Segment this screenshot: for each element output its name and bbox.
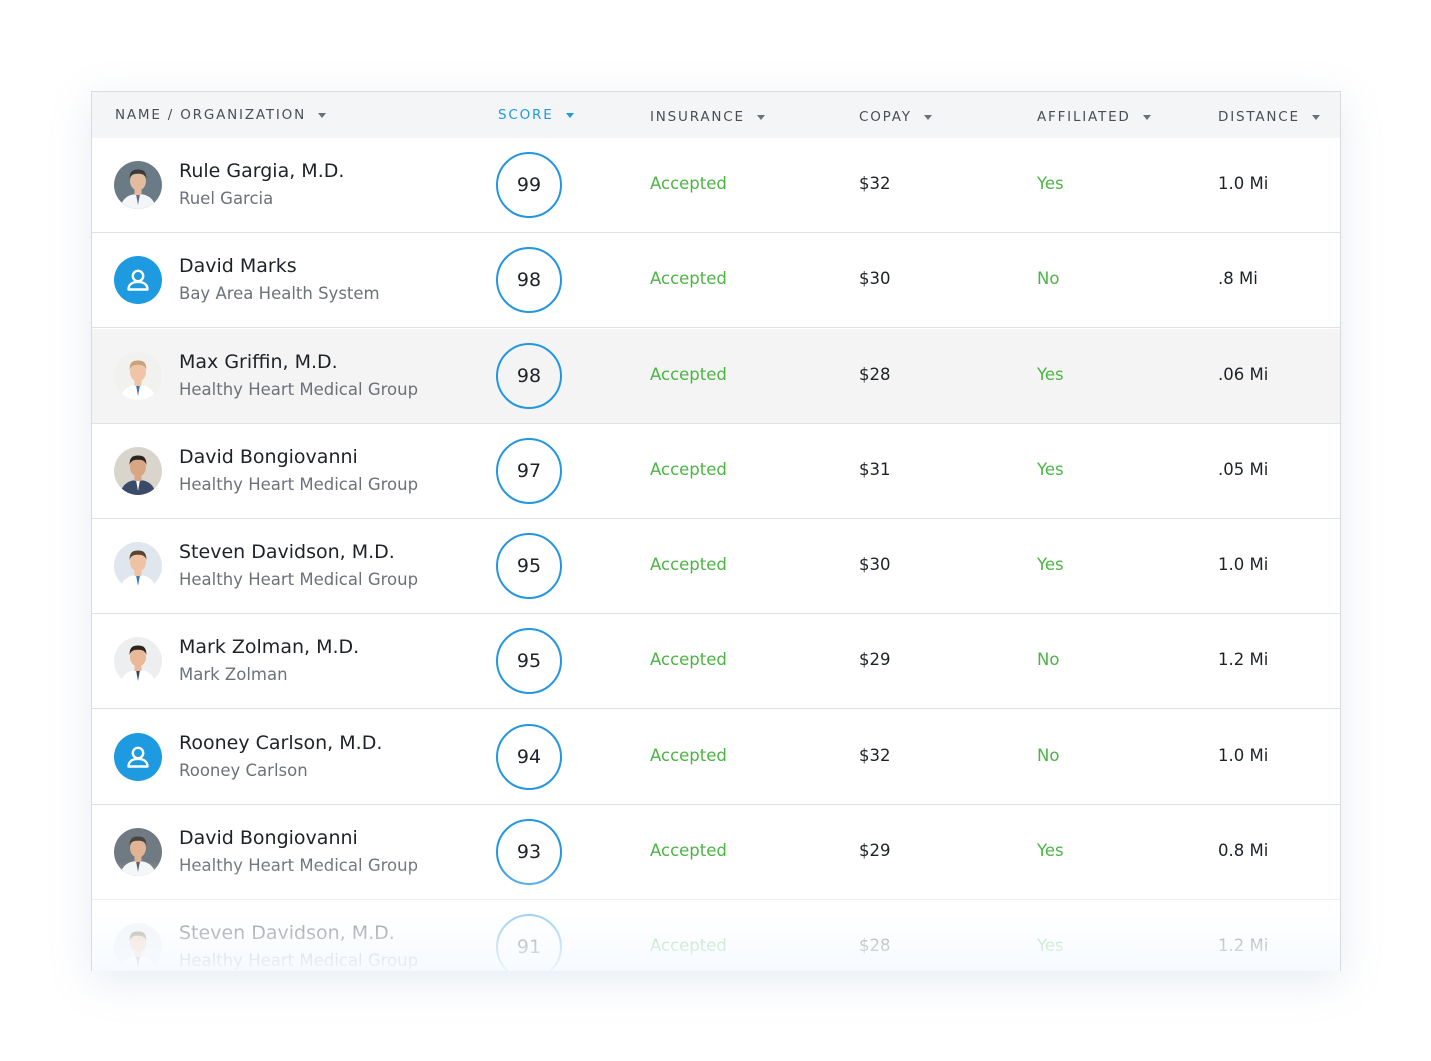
insurance-status: Accepted: [650, 555, 727, 574]
table-row[interactable]: Steven Davidson, M.D. Healthy Heart Medic…: [92, 900, 1340, 971]
caret-down-icon: [565, 112, 574, 118]
provider-organization: Ruel Garcia: [179, 189, 274, 208]
column-header-affiliated[interactable]: AFFILIATED: [1037, 94, 1151, 140]
distance-value: 1.2 Mi: [1218, 936, 1269, 955]
copay-value: $28: [859, 364, 891, 384]
avatar: [114, 351, 162, 400]
score-badge: 91: [496, 914, 562, 971]
insurance-status: Accepted: [650, 936, 727, 955]
provider-table: NAME / ORGANIZATION SCORE INSURANCE COPA…: [91, 91, 1341, 971]
provider-name[interactable]: David Bongiovanni: [179, 446, 358, 468]
avatar: [114, 446, 162, 495]
distance-value: .05 Mi: [1218, 459, 1269, 479]
distance-value: .8 Mi: [1218, 269, 1258, 289]
column-header-insurance[interactable]: INSURANCE: [650, 94, 765, 140]
column-header-score[interactable]: SCORE: [498, 92, 574, 138]
affiliated-status: Yes: [1037, 840, 1064, 860]
score-badge: 95: [496, 533, 562, 599]
table-row[interactable]: Steven Davidson, M.D. Healthy Heart Medic…: [92, 519, 1340, 614]
person-icon: [114, 256, 162, 305]
provider-name[interactable]: Max Griffin, M.D.: [179, 351, 338, 373]
copay-value: $32: [859, 745, 891, 765]
distance-value: 0.8 Mi: [1218, 840, 1269, 860]
provider-name[interactable]: Steven Davidson, M.D.: [179, 541, 395, 563]
affiliated-status: No: [1037, 650, 1060, 670]
avatar: [114, 161, 162, 209]
score-badge: 98: [496, 342, 562, 409]
affiliated-status: No: [1037, 745, 1060, 765]
table-row[interactable]: Mark Zolman, M.D. Mark Zolman 95 Accepted $2…: [92, 614, 1340, 710]
provider-organization: Healthy Heart Medical Group: [179, 855, 419, 875]
table-row[interactable]: Rule Gargia, M.D. Ruel Garcia 99 Accepted $3…: [92, 138, 1340, 233]
table-row[interactable]: David Bongiovanni Healthy Heart Medical G…: [92, 423, 1340, 519]
caret-down-icon: [923, 114, 932, 120]
caret-down-icon: [1311, 114, 1320, 120]
caret-down-icon: [1142, 114, 1151, 120]
distance-value: 1.0 Mi: [1218, 555, 1269, 574]
avatar: [114, 923, 162, 971]
distance-value: 1.2 Mi: [1218, 650, 1269, 670]
provider-organization: Rooney Carlson: [179, 760, 308, 780]
copay-value: $29: [859, 840, 891, 860]
distance-value: 1.0 Mi: [1218, 745, 1269, 765]
insurance-status: Accepted: [650, 650, 727, 670]
provider-organization: Healthy Heart Medical Group: [179, 570, 419, 589]
insurance-status: Accepted: [650, 269, 727, 289]
table-header: NAME / ORGANIZATION SCORE INSURANCE COPA…: [92, 92, 1340, 139]
caret-down-icon: [318, 112, 327, 118]
score-badge: 93: [496, 818, 562, 885]
caret-down-icon: [756, 114, 765, 120]
score-badge: 95: [496, 628, 562, 695]
copay-value: $28: [859, 936, 891, 955]
score-badge: 97: [496, 437, 562, 504]
provider-name[interactable]: Mark Zolman, M.D.: [179, 636, 359, 658]
provider-name[interactable]: Rooney Carlson, M.D.: [179, 732, 382, 754]
affiliated-status: Yes: [1037, 364, 1064, 384]
column-header-distance[interactable]: DISTANCE: [1218, 94, 1320, 140]
table-row[interactable]: David Bongiovanni Healthy Heart Medical G…: [92, 804, 1340, 900]
table-row[interactable]: Max Griffin, M.D. Healthy Heart Medical G…: [92, 328, 1340, 424]
table-row[interactable]: David Marks Bay Area Health System 98 Accep…: [92, 233, 1340, 329]
copay-value: $31: [859, 459, 891, 479]
copay-value: $30: [859, 269, 891, 289]
copay-value: $30: [859, 555, 891, 574]
avatar: [114, 542, 162, 590]
table-row[interactable]: Rooney Carlson, M.D. Rooney Carlson 94 Acce…: [92, 709, 1340, 805]
insurance-status: Accepted: [650, 364, 727, 384]
provider-organization: Bay Area Health System: [179, 284, 380, 304]
score-badge: 94: [496, 723, 562, 790]
distance-value: .06 Mi: [1218, 364, 1269, 384]
person-icon: [114, 732, 162, 781]
avatar: [114, 637, 162, 686]
provider-name[interactable]: David Marks: [179, 255, 297, 277]
column-header-name[interactable]: NAME / ORGANIZATION: [115, 92, 327, 138]
insurance-status: Accepted: [650, 174, 727, 193]
avatar: [114, 827, 162, 876]
affiliated-status: Yes: [1037, 459, 1064, 479]
affiliated-status: Yes: [1037, 555, 1064, 574]
affiliated-status: Yes: [1037, 936, 1064, 955]
copay-value: $32: [859, 174, 891, 193]
column-header-copay[interactable]: COPAY: [859, 94, 932, 140]
distance-value: 1.0 Mi: [1218, 174, 1269, 193]
provider-name[interactable]: Rule Gargia, M.D.: [179, 160, 344, 182]
affiliated-status: No: [1037, 269, 1060, 289]
provider-name[interactable]: David Bongiovanni: [179, 827, 358, 849]
affiliated-status: Yes: [1037, 174, 1064, 193]
insurance-status: Accepted: [650, 745, 727, 765]
score-badge: 98: [496, 247, 562, 314]
provider-organization: Healthy Heart Medical Group: [179, 379, 419, 399]
provider-organization: Mark Zolman: [179, 665, 288, 685]
provider-organization: Healthy Heart Medical Group: [179, 474, 419, 494]
score-badge: 99: [496, 152, 562, 218]
insurance-status: Accepted: [650, 459, 727, 479]
insurance-status: Accepted: [650, 840, 727, 860]
provider-name[interactable]: Steven Davidson, M.D.: [179, 922, 395, 944]
provider-organization: Healthy Heart Medical Group: [179, 951, 419, 970]
copay-value: $29: [859, 650, 891, 670]
